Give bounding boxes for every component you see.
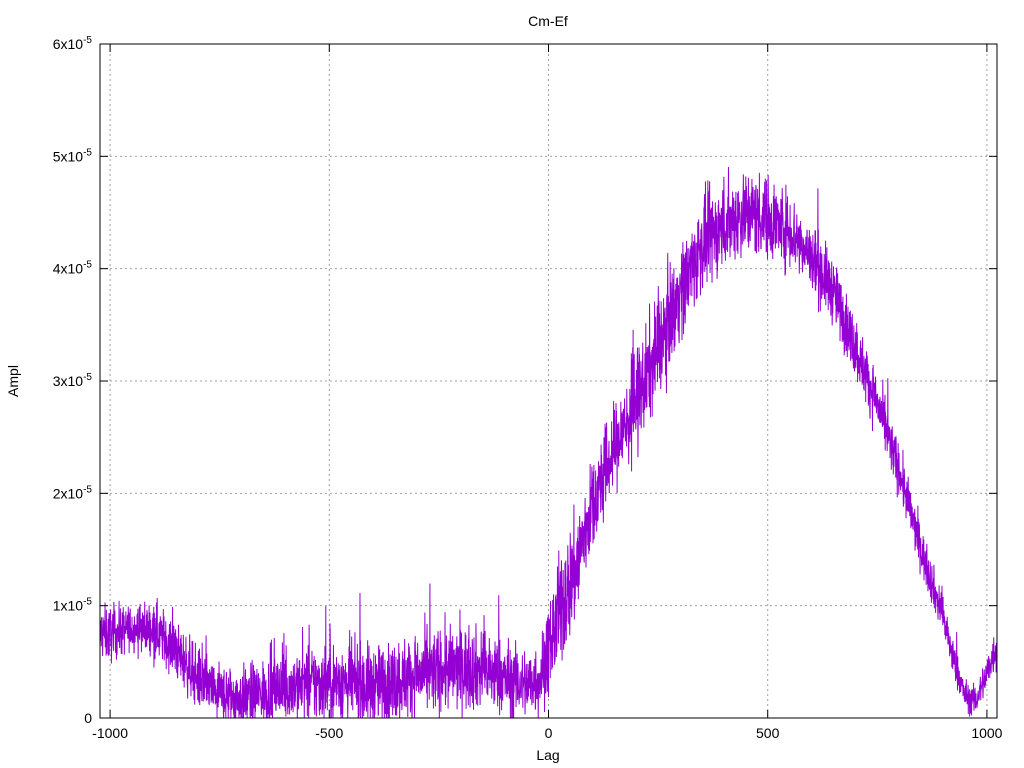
y-tick-mantissa: 5x10: [53, 148, 84, 164]
y-tick-exponent: -5: [83, 597, 92, 608]
y-tick-exponent: -5: [83, 372, 92, 383]
y-tick-label: 3x10-5: [53, 372, 93, 389]
y-tick-mantissa: 2x10: [53, 485, 84, 501]
y-tick-label: 1x10-5: [53, 597, 93, 614]
y-tick-exponent: -5: [83, 260, 92, 271]
x-tick-label: 1000: [971, 725, 1002, 741]
y-tick-label: 5x10-5: [53, 147, 93, 164]
y-tick-exponent: -5: [83, 35, 92, 46]
y-tick-mantissa: 3x10: [53, 373, 84, 389]
x-tick-label: 0: [545, 725, 553, 741]
y-tick-mantissa: 6x10: [53, 36, 84, 52]
y-tick-label: 2x10-5: [53, 484, 93, 501]
y-tick-label: 0: [84, 710, 92, 726]
cross-correlation-chart: -1000 -500 0 500 100001x10-52x10-53x10-54x10…: [5, 13, 1003, 763]
x-axis-label: Lag: [536, 747, 559, 763]
y-tick-label: 6x10-5: [53, 35, 93, 52]
y-tick-mantissa: 1x10: [53, 598, 84, 614]
x-tick-label: -500: [315, 725, 343, 741]
chart-title: Cm-Ef: [528, 13, 568, 29]
y-tick-mantissa: 4x10: [53, 261, 84, 277]
x-tick-label: 500: [756, 725, 780, 741]
y-tick-exponent: -5: [83, 484, 92, 495]
x-tick-label: -1000: [92, 725, 128, 741]
y-tick-label: 4x10-5: [53, 260, 93, 277]
axis-ticks: -1000 -500 0 500 100001x10-52x10-53x10-54x10…: [53, 35, 1003, 741]
y-axis-label: Ampl: [5, 365, 21, 397]
y-tick-exponent: -5: [83, 147, 92, 158]
